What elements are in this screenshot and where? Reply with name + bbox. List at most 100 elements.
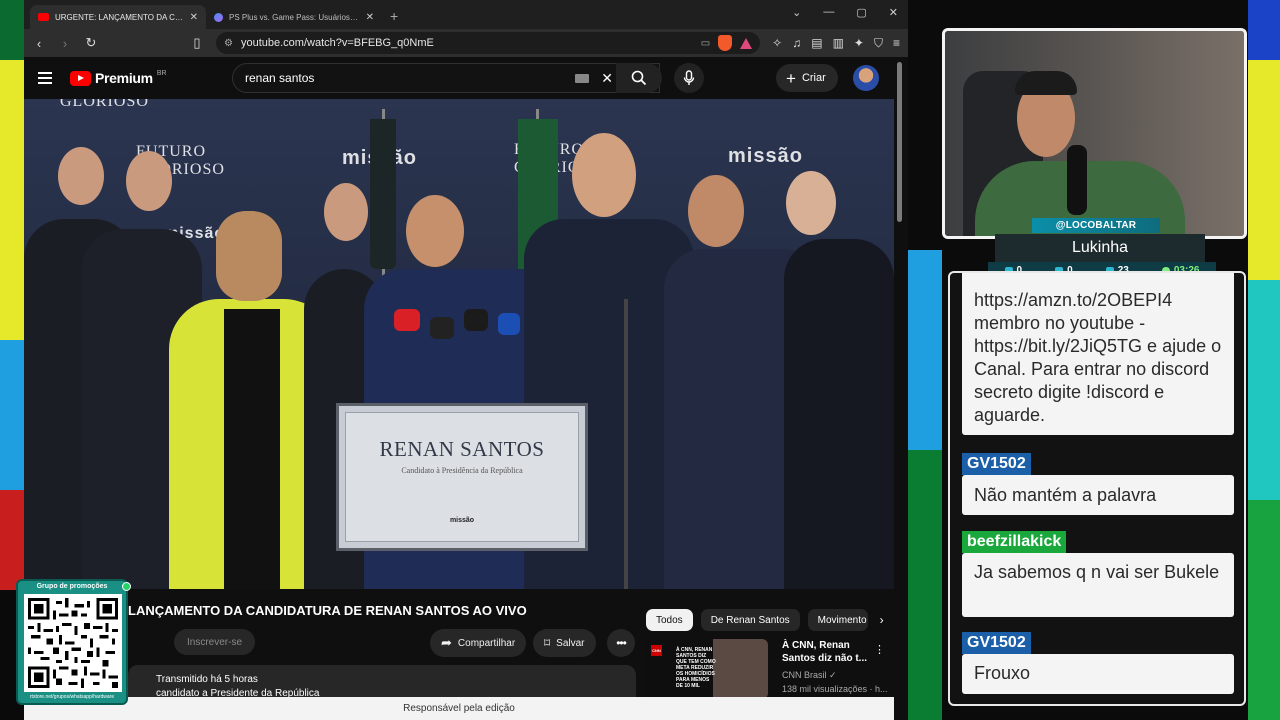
chevron-right-icon[interactable]: › <box>880 613 884 627</box>
more-options-icon[interactable]: ⋮ <box>874 643 885 656</box>
brave-shield-icon[interactable] <box>718 35 733 51</box>
qr-code-icon <box>28 598 118 688</box>
chip-from-channel[interactable]: De Renan Santos <box>700 609 800 631</box>
close-tab-icon[interactable]: ✕ <box>366 12 374 23</box>
voice-search-button[interactable] <box>674 63 704 93</box>
microphone-icon <box>683 70 695 85</box>
mic-stand <box>624 299 628 589</box>
subscribe-button[interactable]: Inscrever-se <box>174 629 256 655</box>
site-info-icon[interactable]: ⚙ <box>224 38 233 49</box>
youtube-header: Premium BR renan santos ✕ + Criar <box>24 57 908 99</box>
video-player[interactable]: GLORIOSO FUTURO GLORIOSO missão FUTURO G… <box>24 99 894 589</box>
vpn-icon[interactable]: ⛉ <box>874 36 883 51</box>
address-toolbar: ‹ › ↻ ▯ ⚙ youtube.com/watch?v=BFEBG_q0Nm… <box>24 29 908 57</box>
tab-title: PS Plus vs. Game Pass: Usuários Ativos -… <box>229 12 360 22</box>
podium-subtitle: Candidato à Presidência da República <box>401 466 523 475</box>
backdrop-text: GLORIOSO <box>60 99 149 110</box>
webcam-overlay <box>942 28 1247 239</box>
microphone <box>498 313 520 335</box>
keyboard-icon[interactable] <box>575 73 590 83</box>
scrollbar-thumb[interactable] <box>897 62 902 222</box>
page-scrollbar[interactable] <box>897 60 902 720</box>
search-input[interactable]: renan santos ✕ <box>232 63 660 93</box>
description-line: Transmitido há 5 horas <box>156 674 258 685</box>
podium-sign: RENAN SANTOS Candidato à Presidência da … <box>345 412 579 542</box>
verified-icon: ✓ <box>829 670 837 680</box>
speaker-head <box>406 195 464 267</box>
person-shirt <box>224 309 280 589</box>
reload-icon[interactable]: ↻ <box>84 35 98 51</box>
person-head <box>786 171 836 235</box>
sidebar-icon[interactable]: ▥ <box>833 36 844 51</box>
podium-brand: missão <box>449 517 475 524</box>
avatar[interactable] <box>853 65 879 91</box>
tab-search-icon[interactable]: ⌄ <box>792 6 801 19</box>
save-button[interactable]: ⌑ Salvar <box>533 629 596 657</box>
browser-window: URGENTE: LANÇAMENTO DA CAND ✕ PS Plus vs… <box>24 0 908 720</box>
minimize-icon[interactable]: — <box>823 6 834 19</box>
clear-search-icon[interactable]: ✕ <box>601 70 613 87</box>
chat-message: https://amzn.to/2OBEPI4 membro no youtub… <box>962 273 1234 435</box>
chat-message: Ja sabemos q n vai ser Bukele <box>962 553 1234 617</box>
new-tab-icon[interactable]: + <box>390 8 398 24</box>
youtube-favicon-icon <box>38 13 49 21</box>
chat-username: GV1502 <box>962 632 1031 654</box>
back-icon[interactable]: ‹ <box>32 36 46 51</box>
microphone <box>464 309 488 331</box>
search-value: renan santos <box>245 71 315 85</box>
tab-google[interactable]: PS Plus vs. Game Pass: Usuários Ativos -… <box>206 5 382 29</box>
logo-country: BR <box>156 69 167 77</box>
gemini-favicon-icon <box>214 12 223 22</box>
save-label: Salvar <box>556 637 585 649</box>
watch-info: LANÇAMENTO DA CANDIDATURA DE RENAN SANTO… <box>24 589 894 720</box>
more-actions-button[interactable]: ••• <box>607 629 635 657</box>
recommendation-thumbnail[interactable]: CNN À CNN, RENAN SANTOS DIZ QUE TEM COMO… <box>646 639 768 699</box>
search-button[interactable] <box>616 63 662 93</box>
chip-all[interactable]: Todos <box>646 609 693 631</box>
promo-qr-card: Grupo de promoções rtstore.net/grupos/wh… <box>16 579 131 705</box>
streamer-handle: @LOCOBALTAR <box>1032 218 1160 233</box>
recommendation-channel[interactable]: CNN Brasil ✓ <box>782 670 837 681</box>
whatsapp-icon <box>122 582 131 591</box>
forward-icon[interactable]: › <box>58 36 72 51</box>
close-tab-icon[interactable]: ✕ <box>190 12 198 23</box>
extensions-icon[interactable]: ✧ <box>772 36 782 51</box>
microphone <box>394 309 420 331</box>
youtube-play-icon <box>70 70 91 86</box>
youtube-logo[interactable]: Premium BR <box>70 70 167 86</box>
chat-username: beefzillakick <box>962 531 1067 553</box>
address-bar[interactable]: ⚙ youtube.com/watch?v=BFEBG_q0NmE ▭ <box>216 32 761 54</box>
person-head <box>126 151 172 211</box>
cast-icon[interactable]: ▭ <box>701 38 710 49</box>
person-head <box>324 183 368 241</box>
brave-rewards-icon[interactable] <box>740 37 753 49</box>
reading-list-icon[interactable]: ▤ <box>811 36 822 51</box>
chip-movement[interactable]: Movimento <box>807 609 868 631</box>
url-text: youtube.com/watch?v=BFEBG_q0NmE <box>240 37 434 49</box>
create-button[interactable]: + Criar <box>776 64 838 92</box>
share-button[interactable]: ➦ Compartilhar <box>430 629 527 657</box>
recommendation-title[interactable]: À CNN, Renan Santos diz não t... <box>782 639 872 665</box>
qr-title: Grupo de promoções <box>36 583 108 590</box>
media-icon[interactable]: ♫ <box>792 36 801 51</box>
share-icon: ➦ <box>441 635 452 650</box>
person-head <box>688 175 744 247</box>
tab-bar: URGENTE: LANÇAMENTO DA CAND ✕ PS Plus vs… <box>24 0 908 29</box>
share-label: Compartilhar <box>457 637 516 649</box>
tab-youtube[interactable]: URGENTE: LANÇAMENTO DA CAND ✕ <box>30 5 206 29</box>
maximize-icon[interactable]: ▢ <box>856 6 866 19</box>
backdrop-text: missão <box>728 145 803 167</box>
thumbnail-text: À CNN, RENAN SANTOS DIZ QUE TEM COMO MET… <box>676 647 716 689</box>
bookmark-icon[interactable]: ▯ <box>190 35 204 51</box>
close-window-icon[interactable]: ✕ <box>889 6 898 19</box>
logo-word: Premium <box>95 70 153 86</box>
leo-icon[interactable]: ✦ <box>854 36 864 51</box>
recommendation-item[interactable]: CNN À CNN, RENAN SANTOS DIZ QUE TEM COMO… <box>646 639 890 699</box>
plus-icon: + <box>786 68 796 88</box>
extensions-area: ✧ ♫ ▤ ▥ ✦ ⛉ ≡ <box>772 36 900 51</box>
status-bar: Responsável pela edição <box>24 697 894 720</box>
menu-icon[interactable]: ≡ <box>893 36 900 51</box>
hamburger-menu-icon[interactable] <box>38 72 52 84</box>
flag <box>370 119 396 269</box>
tab-title: URGENTE: LANÇAMENTO DA CAND <box>55 12 184 22</box>
